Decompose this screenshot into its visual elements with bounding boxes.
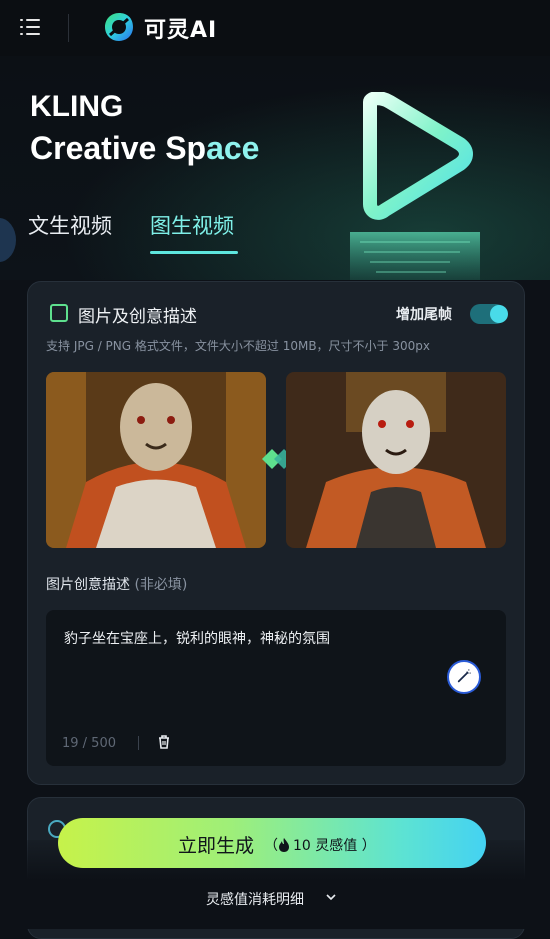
- cost-value: 10 灵感值: [293, 838, 358, 854]
- char-counter: 19 / 500: [62, 736, 116, 751]
- play-logo-art: [350, 92, 480, 280]
- card-title: 图片及创意描述: [78, 307, 197, 327]
- chevron-down-icon[interactable]: [325, 891, 337, 903]
- prompt-text[interactable]: 豹子坐在宝座上，锐利的眼神，神秘的氛围: [64, 628, 330, 648]
- menu-icon[interactable]: [20, 18, 40, 36]
- optional-tag: (非必填): [134, 577, 188, 593]
- start-frame-image[interactable]: [46, 372, 266, 548]
- tail-frame-label: 增加尾帧: [396, 307, 452, 323]
- cost-prefix: （: [264, 838, 278, 854]
- hero-title-part: Creative Sp: [30, 130, 207, 166]
- hero-title-line1: KLING: [30, 90, 124, 123]
- header-divider: [68, 14, 69, 42]
- kling-logo-icon[interactable]: [102, 10, 136, 44]
- hero-title-accent: ace: [206, 130, 260, 166]
- trash-icon[interactable]: [156, 734, 172, 750]
- active-tab-indicator: [150, 251, 238, 254]
- tail-frame-toggle[interactable]: [470, 304, 508, 324]
- tab-image-to-video[interactable]: 图生视频: [150, 210, 234, 240]
- cost-suffix: ）: [357, 838, 376, 854]
- brand-name[interactable]: 可灵AI: [144, 12, 217, 44]
- description-label: 图片创意描述 (非必填): [46, 574, 187, 594]
- generate-button[interactable]: 立即生成 （ 10 灵感值 ）: [58, 818, 486, 868]
- end-frame-image[interactable]: [286, 372, 506, 548]
- cost-detail-link[interactable]: 灵感值消耗明细: [206, 889, 304, 909]
- hero-title-line2: Creative Space: [30, 130, 259, 167]
- generate-cost: （ 10 灵感值 ）: [264, 835, 376, 855]
- description-label-text: 图片创意描述: [46, 577, 130, 593]
- upload-hint: 支持 JPG / PNG 格式文件，文件大小不超过 10MB，尺寸不小于 300…: [46, 339, 430, 353]
- magic-wand-icon[interactable]: [447, 660, 481, 694]
- image-icon: [50, 304, 68, 322]
- toggle-knob: [490, 305, 508, 323]
- generate-label: 立即生成: [178, 835, 255, 857]
- image-prompt-card: 图片及创意描述 增加尾帧 支持 JPG / PNG 格式文件，文件大小不超过 1…: [27, 281, 525, 785]
- flame-icon: [279, 838, 289, 852]
- tab-text-to-video[interactable]: 文生视频: [28, 210, 112, 240]
- top-bar: 可灵AI: [0, 0, 550, 56]
- counter-divider: [138, 736, 139, 750]
- prompt-textarea[interactable]: 豹子坐在宝座上，锐利的眼神，神秘的氛围 19 / 500: [46, 610, 506, 766]
- hero-banner: KLING Creative Space 文生视频 图生视频: [0, 56, 550, 280]
